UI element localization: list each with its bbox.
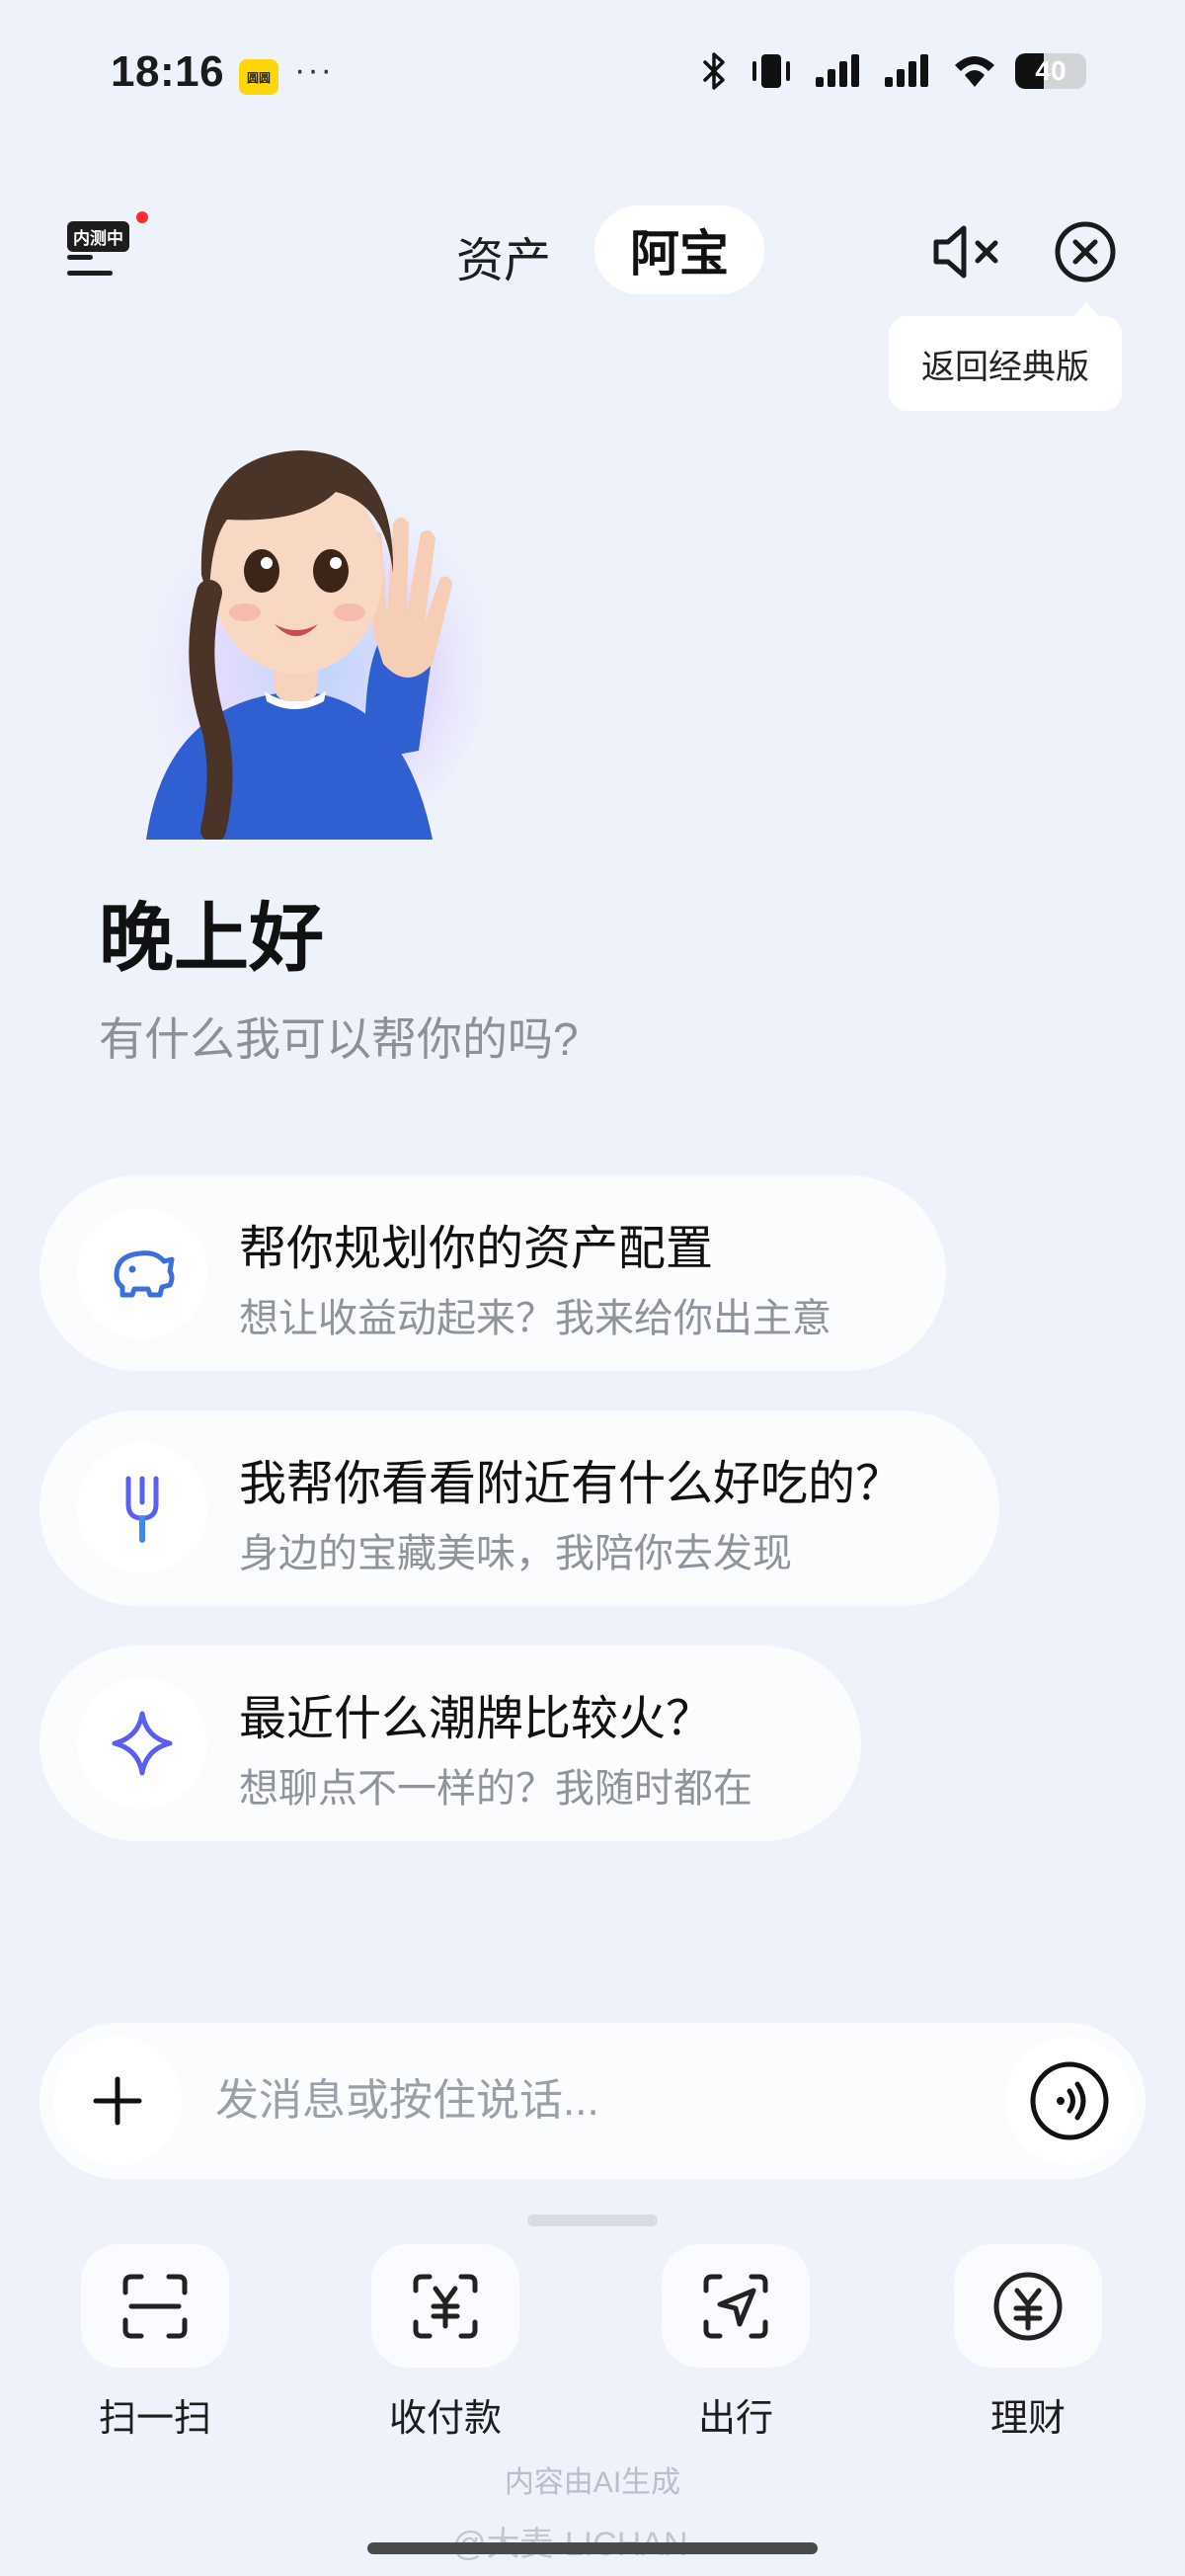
card-subtitle: 身边的宝藏美味，我陪你去发现 [239,1532,792,1575]
piggy-bank-icon [114,1250,175,1298]
action-tile [81,2244,229,2368]
navigation-icon [703,2274,768,2338]
speaker-muted-icon [933,225,998,279]
add-button[interactable] [53,2037,182,2165]
card-title: 最近什么潮牌比较火？ [239,1693,714,1745]
watermark: @大麦-LICHAN [452,2517,688,2565]
close-button[interactable] [1053,219,1118,284]
action-tile [662,2244,810,2368]
yuan-coin-icon [993,2272,1063,2340]
action-scan[interactable]: 扫一扫 [71,2244,239,2442]
action-label: 扫一扫 [98,2398,211,2440]
assistant-avatar [107,405,492,849]
menu-icon-line [67,271,113,276]
status-icons: 40 [699,51,1086,91]
battery-level: 40 [1035,55,1066,86]
card-title: 我帮你看看附近有什么好吃的？ [239,1458,904,1510]
signal-icon-1 [816,54,859,87]
action-label: 收付款 [388,2398,502,2440]
voice-button[interactable] [1005,2037,1134,2165]
home-indicator[interactable] [367,2542,818,2554]
action-label: 出行 [697,2398,773,2440]
voice-wave-icon [1030,2061,1109,2140]
card-title: 帮你规划你的资产配置 [239,1223,714,1275]
wifi-icon [955,56,994,87]
scan-icon [122,2274,188,2338]
suggestion-card-asset-plan[interactable]: 帮你规划你的资产配置 想让收益动起来？我来给你出主意 [40,1175,946,1371]
action-label: 理财 [989,2398,1066,2440]
greeting-subtitle: 有什么我可以帮你的吗? [99,1013,579,1065]
greeting-title: 晚上好 [99,897,324,981]
action-wealth[interactable]: 理财 [944,2244,1112,2442]
signal-icon-2 [885,54,928,87]
card-icon-container [77,1208,207,1338]
tab-assets[interactable]: 资产 [456,221,551,290]
status-time: 18:16 [111,47,225,96]
message-input[interactable] [215,2066,986,2135]
ai-generated-note: 内容由AI生成 [504,2466,681,2499]
battery-icon: 40 [1015,53,1086,89]
card-icon-container [77,1678,207,1809]
payment-icon [413,2274,478,2338]
plus-icon [93,2076,142,2126]
message-input-bar [40,2023,1146,2179]
card-subtitle: 想让收益动起来？我来给你出主意 [239,1297,831,1340]
bluetooth-icon [703,52,725,90]
close-circle-icon [1055,221,1116,282]
app-notification-icon: 圆圆 [239,59,278,95]
action-payment[interactable]: 收付款 [361,2244,529,2442]
drag-handle[interactable] [527,2214,658,2226]
fork-icon [125,1476,159,1543]
tab-abao[interactable]: 阿宝 [594,205,764,294]
return-classic-tooltip[interactable]: 返回经典版 [889,316,1122,411]
sparkle-icon [112,1711,173,1776]
suggestion-card-nearby-food[interactable]: 我帮你看看附近有什么好吃的？ 身边的宝藏美味，我陪你去发现 [40,1410,999,1606]
menu-icon-line [67,255,93,260]
more-notifications-icon: ··· [294,51,334,89]
action-tile [954,2244,1102,2368]
action-tile [371,2244,519,2368]
vibrate-icon [752,54,790,88]
mute-button[interactable] [928,217,1007,286]
action-travel[interactable]: 出行 [652,2244,820,2442]
beta-badge: 内测中 [67,221,129,252]
suggestion-card-trending-brands[interactable]: 最近什么潮牌比较火？ 想聊点不一样的？我随时都在 [40,1646,861,1841]
card-subtitle: 想聊点不一样的？我随时都在 [239,1767,752,1811]
card-icon-container [77,1443,207,1573]
notification-dot [136,211,148,223]
